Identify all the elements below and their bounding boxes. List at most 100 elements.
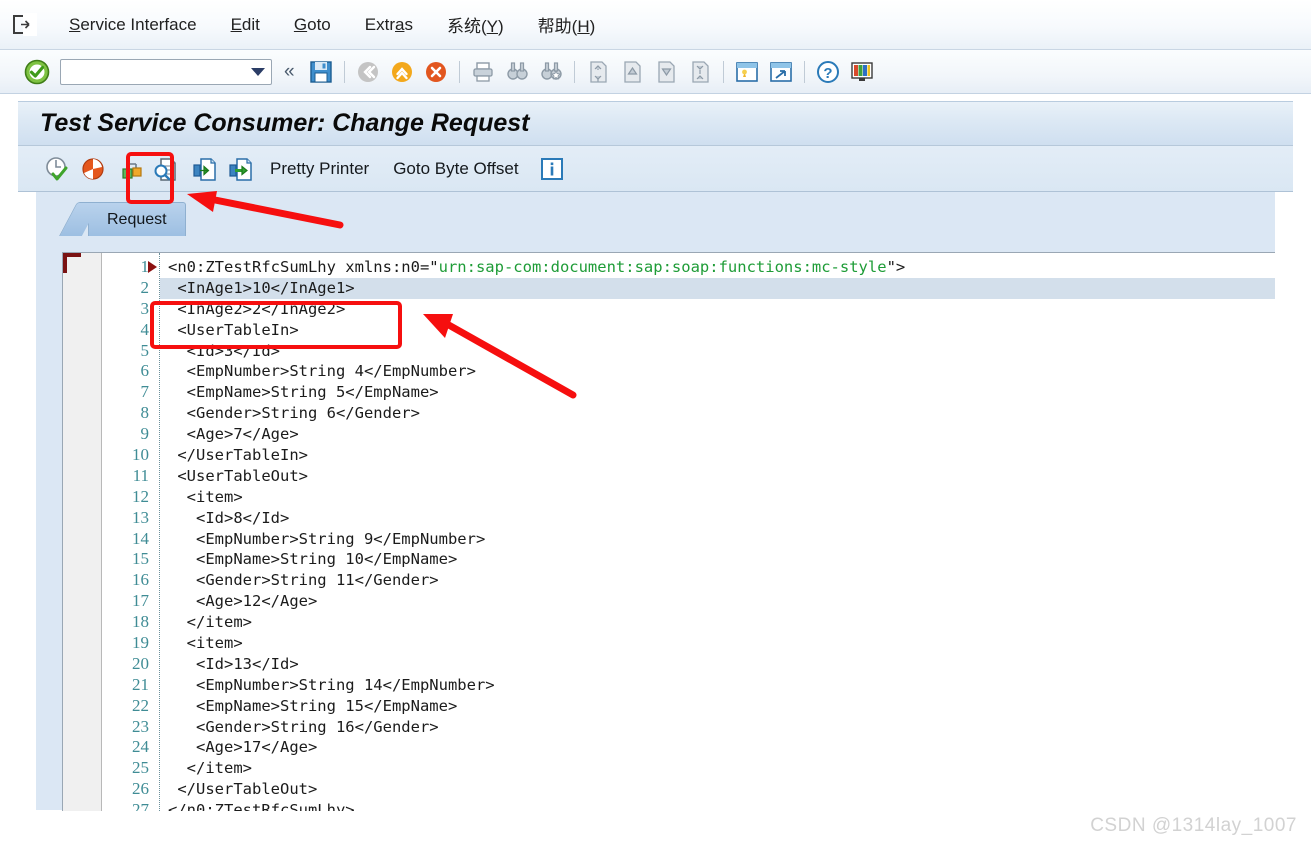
code-line[interactable]: </item>: [160, 758, 1275, 779]
double-chevron-left-icon[interactable]: «: [284, 62, 295, 81]
line-number: 6: [140, 361, 150, 381]
menu-item-edit[interactable]: Edit: [214, 11, 277, 39]
toolbar-separator: [722, 60, 724, 83]
activate-icon[interactable]: [78, 154, 108, 184]
code-line[interactable]: <item>: [160, 633, 1275, 654]
code-line[interactable]: <UserTableOut>: [160, 466, 1275, 487]
code-line[interactable]: </item>: [160, 612, 1275, 633]
window-menu-icon[interactable]: [12, 12, 38, 37]
code-line[interactable]: <EmpNumber>String 9</EmpNumber>: [160, 529, 1275, 550]
tab-request-label: Request: [107, 210, 167, 228]
menu-bar: Service Interface Edit Goto Extras 系统(Y)…: [0, 0, 1311, 50]
command-input[interactable]: [61, 62, 251, 81]
toolbar-separator: [803, 60, 805, 83]
menu-item-help[interactable]: 帮助(H): [521, 8, 613, 41]
code-line[interactable]: <Age>7</Age>: [160, 424, 1275, 445]
last-page-icon[interactable]: [686, 58, 714, 86]
first-page-icon[interactable]: [584, 58, 612, 86]
code-line[interactable]: <Id>3</Id>: [160, 341, 1275, 362]
line-number: 2: [140, 277, 150, 297]
goto-byte-offset-button[interactable]: Goto Byte Offset: [385, 157, 526, 181]
chevron-down-icon[interactable]: [251, 67, 265, 76]
command-field[interactable]: [60, 58, 272, 85]
code-line[interactable]: <Age>17</Age>: [160, 737, 1275, 758]
export-icon[interactable]: [226, 154, 256, 184]
cancel-icon[interactable]: [422, 58, 450, 86]
code-line[interactable]: <n0:ZTestRfcSumLhy xmlns:n0="urn:sap-com…: [160, 257, 1275, 278]
editor-container: 1 2 3 4 5 6 7 8 9 10 11 12 13 14 15 16 17 18 19 20 21 22 23 24 2…: [36, 236, 1275, 811]
code-line[interactable]: <EmpName>String 10</EmpName>: [160, 549, 1275, 570]
code-line[interactable]: <Gender>String 11</Gender>: [160, 570, 1275, 591]
svg-text:?: ?: [823, 65, 832, 82]
previous-page-icon[interactable]: [618, 58, 646, 86]
save-icon[interactable]: [307, 58, 335, 86]
line-number: 27: [132, 800, 149, 811]
line-number: 19: [132, 633, 149, 653]
code-line[interactable]: <Gender>String 6</Gender>: [160, 403, 1275, 424]
code-area[interactable]: <n0:ZTestRfcSumLhy xmlns:n0="urn:sap-com…: [160, 253, 1275, 811]
code-line[interactable]: <EmpNumber>String 14</EmpNumber>: [160, 675, 1275, 696]
object-tree-icon[interactable]: [114, 154, 144, 184]
line-number: 9: [140, 424, 150, 444]
line-number: 7: [140, 382, 150, 402]
toolbar-separator: [458, 60, 460, 83]
menu-item-service-interface[interactable]: Service Interface: [52, 11, 214, 39]
application-toolbar: Pretty Printer Goto Byte Offset: [18, 146, 1293, 192]
code-line[interactable]: <Id>13</Id>: [160, 654, 1275, 675]
green-check-icon[interactable]: [24, 59, 50, 85]
line-number: 13: [132, 507, 149, 527]
toolbar-separator: [343, 60, 345, 83]
editor-corner-bracket: [63, 253, 81, 273]
code-line[interactable]: <UserTableIn>: [160, 320, 1275, 341]
import-icon[interactable]: [190, 154, 220, 184]
line-number: 16: [132, 570, 149, 590]
code-line[interactable]: <item>: [160, 487, 1275, 508]
xml-source-editor[interactable]: 1 2 3 4 5 6 7 8 9 10 11 12 13 14 15 16 17 18 19 20 21 22 23 24 2…: [62, 252, 1275, 811]
menu-item-system[interactable]: 系统(Y): [430, 8, 521, 41]
create-session-icon[interactable]: [733, 58, 761, 86]
code-line[interactable]: <InAge1>10</InAge1>: [160, 277, 1275, 299]
customize-layout-icon[interactable]: [848, 58, 876, 86]
code-line[interactable]: </UserTableOut>: [160, 779, 1275, 800]
code-line[interactable]: </n0:ZTestRfcSumLhy>: [160, 800, 1275, 811]
code-line[interactable]: <Id>8</Id>: [160, 508, 1275, 529]
watermark: CSDN @1314lay_1007: [1090, 815, 1297, 836]
code-line[interactable]: <InAge2>2</InAge2>: [160, 299, 1275, 320]
menu-item-goto[interactable]: Goto: [277, 11, 348, 39]
title-bar: Test Service Consumer: Change Request: [18, 102, 1293, 146]
exit-icon[interactable]: [388, 58, 416, 86]
information-icon[interactable]: [540, 157, 563, 180]
line-number: 25: [132, 758, 149, 778]
print-icon[interactable]: [469, 58, 497, 86]
line-number: 22: [132, 695, 149, 715]
find-next-icon[interactable]: [537, 58, 565, 86]
back-icon[interactable]: [354, 58, 382, 86]
code-line[interactable]: </UserTableIn>: [160, 445, 1275, 466]
line-number: 12: [132, 486, 149, 506]
pretty-printer-button[interactable]: Pretty Printer: [262, 157, 377, 181]
line-number: 20: [132, 653, 149, 673]
line-number: 15: [132, 549, 149, 569]
page-title: Test Service Consumer: Change Request: [40, 109, 530, 137]
code-line[interactable]: <EmpName>String 15</EmpName>: [160, 696, 1275, 717]
line-number: 18: [132, 612, 149, 632]
code-line[interactable]: <EmpName>String 5</EmpName>: [160, 382, 1275, 403]
create-shortcut-icon[interactable]: [767, 58, 795, 86]
editor-marker-strip[interactable]: [63, 253, 102, 811]
help-icon[interactable]: ?: [814, 58, 842, 86]
line-number: 24: [132, 737, 149, 757]
next-page-icon[interactable]: [652, 58, 680, 86]
line-number: 3: [140, 298, 150, 318]
check-syntax-icon[interactable]: [42, 154, 72, 184]
line-number: 21: [132, 674, 149, 694]
code-line[interactable]: <EmpNumber>String 4</EmpNumber>: [160, 361, 1275, 382]
find-icon[interactable]: [503, 58, 531, 86]
code-line[interactable]: <Gender>String 16</Gender>: [160, 717, 1275, 738]
tab-strip: Request: [36, 192, 1275, 236]
menu-item-extras[interactable]: Extras: [348, 11, 430, 39]
tab-request[interactable]: Request: [88, 202, 186, 236]
current-line-marker-icon: [148, 261, 157, 273]
title-wrapper: Test Service Consumer: Change Request Pr…: [18, 101, 1293, 811]
display-object-list-icon[interactable]: [150, 154, 180, 184]
code-line[interactable]: <Age>12</Age>: [160, 591, 1275, 612]
